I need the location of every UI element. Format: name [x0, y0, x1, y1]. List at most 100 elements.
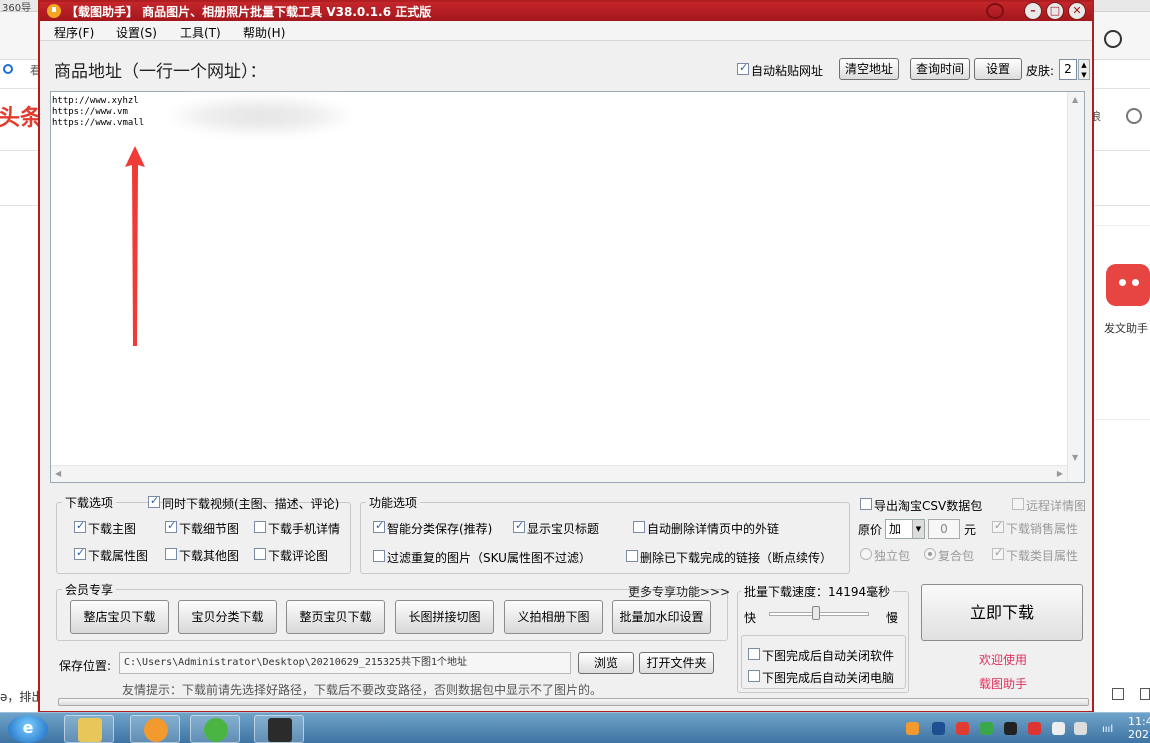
title-bar[interactable]: 【载图助手】 商品图片、相册照片批量下载工具 V38.0.1.6 正式版 – □… [40, 2, 1092, 21]
scroll-right-icon[interactable]: ▶ [1057, 469, 1063, 478]
download-video-checkbox[interactable] [148, 494, 160, 508]
auto-paste-checkbox[interactable] [737, 61, 749, 75]
download-attribute-image-label: 下载属性图 [88, 549, 149, 563]
more-features-link[interactable]: 更多专享功能>>> [628, 583, 730, 600]
remove-external-links-checkbox[interactable] [633, 521, 645, 533]
settings-button[interactable]: 设置 [974, 58, 1022, 80]
download-attribute-image-checkbox[interactable] [74, 546, 86, 560]
filter-duplicates-label: 过滤重复的图片（SKU属性图不过滤） [387, 551, 591, 565]
taskbar-explorer-button[interactable] [64, 715, 114, 743]
internet-explorer-icon[interactable]: e [8, 715, 48, 743]
tray-download-icon[interactable] [906, 722, 919, 735]
speed-slider-handle[interactable] [812, 606, 820, 620]
cloud-ornament-icon [986, 3, 1004, 19]
tray-security-icon[interactable] [980, 722, 993, 735]
menu-bar: 程序(F) 设置(S) 工具(T) 帮助(H) [40, 21, 1092, 41]
battery-icon[interactable] [1052, 722, 1065, 735]
query-time-button[interactable]: 查询时间 [910, 58, 970, 80]
minimize-button[interactable]: – [1024, 2, 1042, 20]
yipai-album-download-button[interactable]: 义拍相册下图 [504, 600, 603, 634]
taskbar-refresh-app-button[interactable] [190, 715, 240, 743]
download-mobile-detail-checkbox[interactable] [254, 521, 266, 533]
price-amount-input[interactable]: 0 [928, 519, 960, 539]
auto-close-computer-checkbox[interactable] [748, 670, 760, 682]
headline-logo-text: 头条 [0, 106, 43, 131]
sales-attr-checkbox[interactable] [992, 519, 1004, 533]
download-review-image-checkbox[interactable] [254, 548, 266, 560]
speed-title: 批量下载速度：14194毫秒 [741, 583, 894, 600]
speed-slow-label: 慢 [886, 611, 899, 625]
qq-icon[interactable] [1004, 722, 1017, 735]
delete-finished-links-checkbox[interactable] [626, 550, 638, 562]
smart-save-checkbox[interactable] [373, 519, 385, 533]
clear-urls-button[interactable]: 清空地址 [839, 58, 899, 80]
category-download-button[interactable]: 宝贝分类下载 [178, 600, 277, 634]
price-operation-select[interactable]: 加 ▼ [885, 519, 925, 539]
independent-package-radio[interactable] [860, 548, 872, 560]
volume-icon[interactable] [1074, 722, 1087, 735]
url-textarea[interactable]: http://www.xyhzl https://www.vm https://… [50, 91, 1085, 483]
scroll-left-icon[interactable]: ◀ [55, 469, 61, 478]
side-widget[interactable]: 发文助手 [1093, 225, 1150, 420]
skin-spinner[interactable]: ▲ ▼ [1078, 59, 1090, 80]
skin-label: 皮肤: [1026, 64, 1055, 78]
chevron-down-icon[interactable]: ▼ [912, 520, 924, 538]
welcome-link[interactable]: 欢迎使用 [979, 651, 1027, 668]
show-title-checkbox[interactable] [513, 519, 525, 533]
menu-program[interactable]: 程序(F) [54, 24, 94, 41]
tray-message-icon[interactable] [1028, 722, 1041, 735]
tray-app-icon[interactable] [956, 722, 969, 735]
copy-icon[interactable] [1140, 688, 1150, 700]
auto-close-software-label: 下图完成后自动关闭软件 [762, 649, 895, 663]
batch-watermark-button[interactable]: 批量加水印设置 [612, 600, 711, 634]
scroll-down-icon[interactable]: ▼ [1072, 453, 1078, 462]
menu-help[interactable]: 帮助(H) [243, 24, 285, 41]
page-download-button[interactable]: 整页宝贝下载 [286, 600, 385, 634]
vertical-scrollbar[interactable]: ▲ ▼ [1067, 92, 1084, 482]
close-button[interactable]: ✕ [1068, 2, 1086, 20]
robot-icon[interactable] [1106, 264, 1150, 306]
download-main-image-checkbox[interactable] [74, 519, 86, 533]
refresh-icon [204, 718, 228, 742]
bluetooth-icon[interactable] [932, 722, 945, 735]
system-clock[interactable]: 11:4 202 [1128, 715, 1150, 741]
download-app-icon [47, 4, 61, 18]
brightness-icon[interactable] [1104, 30, 1122, 48]
network-signal-icon[interactable]: ıııl [1102, 724, 1113, 735]
long-image-stitch-button[interactable]: 长图拼接切图 [395, 600, 494, 634]
remote-detail-checkbox[interactable] [1012, 498, 1024, 510]
save-path-input[interactable]: C:\Users\Administrator\Desktop\20210629_… [119, 652, 571, 674]
app-name-link[interactable]: 载图助手 [979, 675, 1027, 692]
export-csv-checkbox[interactable] [860, 498, 872, 510]
blurred-redaction [171, 96, 351, 136]
download-other-image-checkbox[interactable] [165, 548, 177, 560]
skin-number-input[interactable]: 2 [1059, 59, 1077, 80]
menu-tools[interactable]: 工具(T) [180, 24, 221, 41]
combined-package-radio[interactable] [924, 548, 936, 560]
category-attr-checkbox[interactable] [992, 546, 1004, 560]
window-title: 【载图助手】 商品图片、相册照片批量下载工具 V38.0.1.6 正式版 [66, 5, 432, 19]
browse-button[interactable]: 浏览 [578, 652, 634, 674]
maximize-button[interactable]: □ [1046, 2, 1064, 20]
url-line: https://www.vm [52, 107, 128, 117]
clock-time: 11:4 [1128, 715, 1150, 728]
auto-close-software-checkbox[interactable] [748, 648, 760, 660]
filter-duplicates-checkbox[interactable] [373, 550, 385, 562]
download-now-button[interactable]: 立即下载 [921, 584, 1083, 641]
window-icon[interactable] [1112, 688, 1124, 700]
clock-icon[interactable] [1126, 108, 1142, 124]
download-detail-image-checkbox[interactable] [165, 519, 177, 533]
price-label: 原价 [858, 523, 883, 537]
taskbar-user-app-button[interactable] [254, 715, 304, 743]
open-folder-button[interactable]: 打开文件夹 [639, 652, 714, 674]
menu-settings[interactable]: 设置(S) [116, 24, 157, 41]
download-video-label: 同时下载视频(主图、描述、评论) [162, 497, 340, 511]
auto-close-computer-label: 下图完成后自动关闭电脑 [762, 671, 895, 685]
taskbar-download-app-button[interactable] [130, 715, 180, 743]
scroll-up-icon[interactable]: ▲ [1072, 95, 1078, 104]
download-options-title: 下载选项 [62, 494, 117, 511]
independent-package-label: 独立包 [874, 549, 911, 563]
horizontal-scrollbar[interactable]: ◀ ▶ [51, 465, 1067, 482]
whole-shop-download-button[interactable]: 整店宝贝下载 [70, 600, 169, 634]
price-unit-label: 元 [964, 523, 977, 537]
